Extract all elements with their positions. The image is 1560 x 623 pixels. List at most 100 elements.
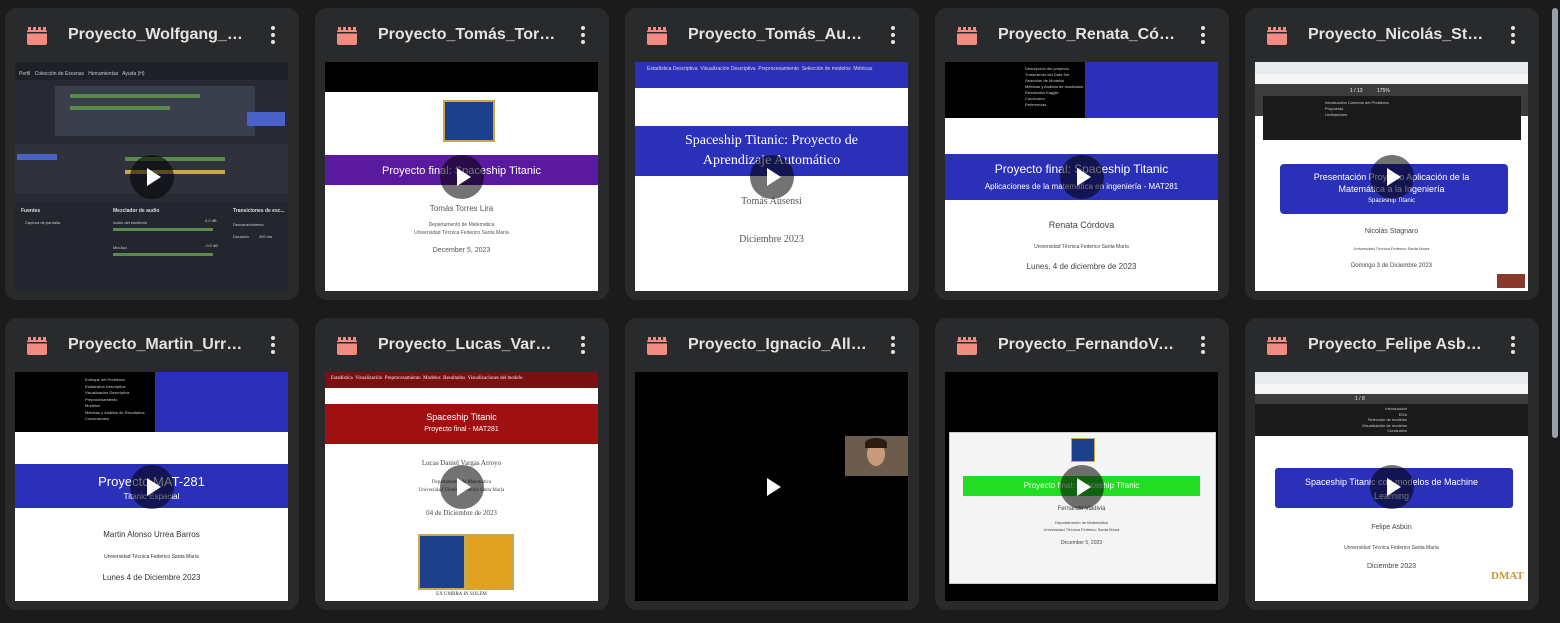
slide-nav-item: Visualización	[355, 376, 383, 381]
video-card[interactable]: Proyecto_Lucas_Varga... Estadística Visu…	[315, 318, 609, 610]
more-vert-icon[interactable]	[573, 24, 593, 48]
slide-affiliation: Universidad Técnica Federico Santa María	[1344, 545, 1439, 551]
video-card[interactable]: Proyecto_Martin_Urre... Enfoque del Prob…	[5, 318, 299, 610]
play-icon[interactable]	[129, 464, 174, 509]
more-vert-icon[interactable]	[883, 334, 903, 358]
video-file-icon	[337, 337, 357, 355]
video-title[interactable]: Proyecto_Felipe Asbun...	[1308, 335, 1488, 355]
university-crest	[443, 100, 495, 142]
video-title[interactable]: Proyecto_FernandoVal...	[998, 335, 1178, 355]
slide-date: Diciembre 2023	[739, 234, 804, 245]
more-vert-icon[interactable]	[573, 334, 593, 358]
video-card[interactable]: Proyecto_Tomás_Torre... Proyecto final: …	[315, 8, 609, 300]
more-vert-icon[interactable]	[1503, 334, 1523, 358]
play-icon[interactable]	[749, 154, 794, 199]
video-thumbnail[interactable]: 1 / 13 175% Introducción Contexto del Pr…	[1255, 62, 1528, 291]
video-thumbnail[interactable]: 1 / 8 Introducción EDA Selección de mode…	[1255, 372, 1528, 601]
video-title[interactable]: Proyecto_Tomás_Torre...	[378, 25, 558, 45]
slide-date: December 5, 2023	[432, 247, 491, 254]
slide-date: 04 de Diciembre de 2023	[426, 509, 497, 517]
play-icon[interactable]	[1059, 154, 1104, 199]
video-title[interactable]: Proyecto_Renata_Córd...	[998, 25, 1178, 45]
university-crest	[1497, 274, 1525, 288]
play-icon[interactable]	[439, 154, 484, 199]
video-thumbnail[interactable]: Perfil Colección de Escenas Herramientas…	[15, 62, 288, 291]
card-header: Proyecto_Renata_Córd...	[935, 8, 1229, 62]
more-vert-icon[interactable]	[263, 334, 283, 358]
crest-motto: EX UMBRA IN SOLEM	[436, 592, 487, 597]
slide-nav-item: Visualizaciones del modelo	[467, 376, 523, 381]
video-card[interactable]: Proyecto_Ignacio_Alle...	[625, 318, 919, 610]
video-thumbnail[interactable]: Proyecto final: Spaceship Titanic Fernan…	[945, 372, 1218, 601]
play-icon[interactable]	[750, 465, 794, 509]
video-card[interactable]: Proyecto_FernandoVal... Proyecto final: …	[935, 318, 1229, 610]
university-crest	[418, 534, 466, 590]
video-card[interactable]: Proyecto_Tomás_Ause... Estadística Descr…	[625, 8, 919, 300]
slide-affiliation: Universidad Técnica Federico Santa María	[104, 554, 199, 560]
slide-nav-item: Métricas	[853, 66, 873, 72]
video-title[interactable]: Proyecto_Ignacio_Alle...	[688, 335, 868, 355]
slide-affiliation: Universidad Técnica Federico Santa María	[414, 230, 509, 236]
card-header: Proyecto_Lucas_Varga...	[315, 318, 609, 372]
card-header: Proyecto_Martin_Urre...	[5, 318, 299, 372]
obs-panel-label: Mezclador de audio	[113, 208, 160, 214]
play-icon[interactable]	[1059, 464, 1104, 509]
page-scrollbar[interactable]	[1552, 8, 1558, 438]
play-icon[interactable]	[1369, 464, 1414, 509]
video-thumbnail[interactable]: Estadística Descriptiva Visualización De…	[635, 62, 908, 291]
video-thumbnail[interactable]: Enfoque del Problema Estadística Descrip…	[15, 372, 288, 601]
play-icon[interactable]	[129, 154, 174, 199]
video-thumbnail[interactable]: Proyecto final: Spaceship Titanic Tomás …	[325, 62, 598, 291]
slide-affiliation: Departamento de Matemática	[428, 222, 495, 228]
video-card[interactable]: Proyecto_Wolfgang_Br... Perfil Colección…	[5, 8, 299, 300]
video-card[interactable]: Proyecto_Nicolás_Stag... 1 / 13 175% Int…	[1245, 8, 1539, 300]
obs-menu-item: Colección de Escenas	[34, 71, 85, 77]
obs-duration: 300 ms	[259, 234, 273, 239]
video-card[interactable]: Proyecto_Felipe Asbun... 1 / 8 Introducc…	[1245, 318, 1539, 610]
video-grid: Proyecto_Wolfgang_Br... Perfil Colección…	[5, 8, 1540, 620]
slide-nav-item: Estadística	[331, 376, 353, 381]
more-vert-icon[interactable]	[1503, 24, 1523, 48]
more-vert-icon[interactable]	[263, 24, 283, 48]
play-icon[interactable]	[1369, 154, 1414, 199]
slide-author: Martin Alonso Urrea Barros	[103, 530, 200, 539]
video-thumbnail[interactable]: Descripción del proyecto Tratamiento del…	[945, 62, 1218, 291]
slide-affiliation: Universidad Técnica Federico Santa María	[1043, 527, 1120, 532]
video-title[interactable]: Proyecto_Lucas_Varga...	[378, 335, 558, 355]
slide-nav-item: Resultados	[443, 376, 466, 381]
video-card[interactable]: Proyecto_Renata_Córd... Descripción del …	[935, 8, 1229, 300]
slide-date: December 5, 2023	[1060, 540, 1103, 546]
slide-affiliation: Universidad Técnica Federico Santa María	[1353, 246, 1430, 251]
pdf-zoom: 175%	[1377, 88, 1390, 94]
pdf-page-indicator: 1 / 8	[1355, 396, 1365, 402]
video-title[interactable]: Proyecto_Nicolás_Stag...	[1308, 25, 1488, 45]
slide-affiliation: Departamento de Matemática	[1055, 520, 1108, 525]
slide-toc-item: Limitaciones	[1325, 112, 1348, 117]
obs-source: Captura de pantalla	[25, 220, 60, 225]
more-vert-icon[interactable]	[1193, 24, 1213, 48]
video-file-icon	[1267, 27, 1287, 45]
obs-duration-label: Duración	[233, 234, 250, 239]
play-icon[interactable]	[439, 464, 484, 509]
slide-toc-item: Conclusión	[1387, 428, 1407, 433]
video-thumbnail[interactable]: Estadística Visualización Preprocesamien…	[325, 372, 598, 601]
video-thumbnail[interactable]	[635, 372, 908, 601]
video-file-icon	[27, 337, 47, 355]
more-vert-icon[interactable]	[1193, 334, 1213, 358]
webcam-overlay	[845, 436, 908, 476]
slide-toc-item: Referencias	[1025, 102, 1047, 107]
video-file-icon	[647, 27, 667, 45]
slide-nav-item: Selección de modelos	[801, 66, 851, 72]
obs-menu-item: Perfil	[19, 71, 31, 77]
obs-panel-label: Transiciones de esc...	[233, 208, 285, 214]
card-header: Proyecto_Wolfgang_Br...	[5, 8, 299, 62]
more-vert-icon[interactable]	[883, 24, 903, 48]
obs-audio-label: Audio del escritorio	[113, 220, 148, 225]
video-title[interactable]: Proyecto_Martin_Urre...	[68, 335, 248, 355]
dmat-logo: DMAT	[1491, 570, 1524, 582]
slide-banner: Spaceship Titanic	[426, 412, 497, 422]
card-header: Proyecto_Nicolás_Stag...	[1245, 8, 1539, 62]
video-title[interactable]: Proyecto_Tomás_Ause...	[688, 25, 868, 45]
obs-menu-item: Ayuda (H)	[122, 71, 145, 77]
video-title[interactable]: Proyecto_Wolfgang_Br...	[68, 25, 248, 45]
